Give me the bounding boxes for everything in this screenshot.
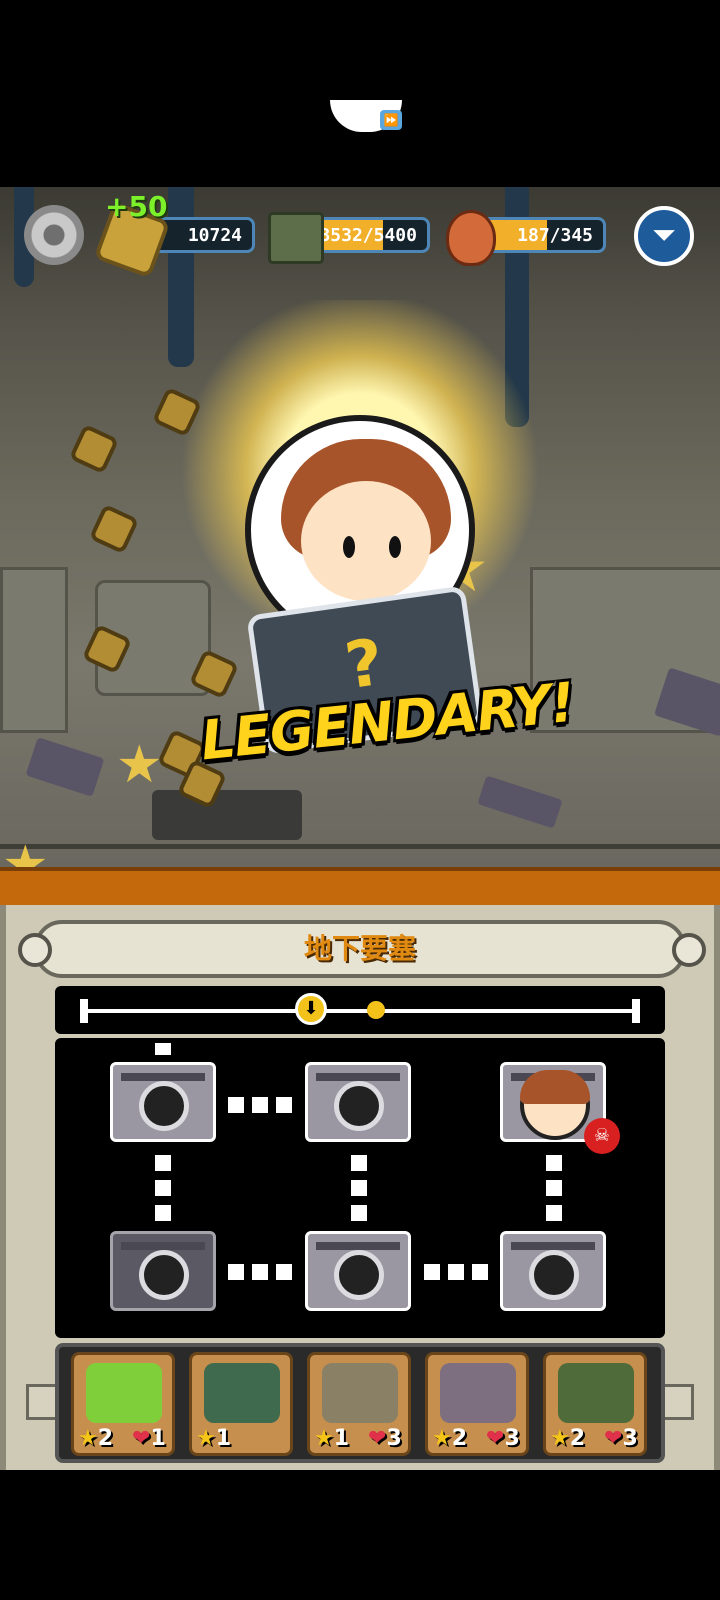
map-link (424, 1264, 440, 1280)
map-link (155, 1180, 171, 1196)
food-value: 187/345 (517, 225, 593, 246)
map-link (155, 1205, 171, 1221)
settings-gear-icon[interactable] (24, 205, 84, 265)
heart-count: ❤1 (132, 1426, 166, 1451)
fast-forward-icon[interactable]: ⏩ (380, 110, 402, 130)
heart-count: ❤3 (368, 1426, 402, 1451)
map-link (472, 1264, 488, 1280)
star-count: 2 (569, 1426, 586, 1451)
green-pot-icon (86, 1363, 162, 1423)
star-count: 2 (451, 1426, 468, 1451)
rivet (672, 933, 706, 967)
map-room[interactable] (500, 1231, 606, 1311)
map-room[interactable] (305, 1062, 411, 1142)
progress-track (84, 1009, 640, 1013)
star-level: ★2 (78, 1426, 113, 1451)
grenade-launcher-icon (558, 1363, 634, 1423)
progress-start-tick (80, 999, 88, 1023)
nut-bonus-popup: +50 (105, 190, 168, 223)
star-count: 1 (333, 1426, 350, 1451)
map-link (228, 1264, 244, 1280)
inventory-slot[interactable]: ★2 ❤3 (425, 1352, 529, 1456)
dungeon-title: 地下要塞 (303, 932, 416, 965)
dropdown-menu-button[interactable]: ⏷ (634, 206, 694, 266)
hero-eye (343, 536, 355, 558)
star-icon: ★ (550, 1426, 570, 1451)
heart-icon: ❤ (604, 1426, 623, 1451)
star-icon: ★ (196, 1426, 216, 1451)
star-count: 1 (215, 1426, 232, 1451)
map-link (228, 1097, 244, 1113)
map-link (155, 1155, 171, 1171)
map-link (546, 1180, 562, 1196)
inventory-slot[interactable]: ★2 ❤3 (543, 1352, 647, 1456)
heart-icon: ❤ (132, 1426, 151, 1451)
heart-count: ❤3 (604, 1426, 638, 1451)
map-room[interactable] (305, 1231, 411, 1311)
rubble (25, 737, 105, 797)
map-link (252, 1097, 268, 1113)
poison-bottle-icon (440, 1363, 516, 1423)
vault-door-icon (529, 1250, 579, 1300)
inventory-slot[interactable]: ★2 ❤1 (71, 1352, 175, 1456)
dungeon-title-bar: 地下要塞 (34, 920, 686, 978)
bottom-letterbox (0, 1470, 720, 1600)
star-icon: ★ (78, 1426, 98, 1451)
supplies-value: 3532/5400 (319, 225, 417, 246)
panel-divider (0, 867, 720, 905)
sack-icon (322, 1363, 398, 1423)
map-link (448, 1264, 464, 1280)
star-count: 2 (97, 1426, 114, 1451)
vault-door-icon (139, 1250, 189, 1300)
floor-edge (0, 844, 720, 849)
heart-value: 1 (150, 1426, 166, 1451)
star-icon: ★ (116, 735, 163, 795)
hero-avatar-hair (520, 1070, 590, 1104)
skull-danger-icon: ☠ (584, 1118, 620, 1154)
star-level: ★1 (196, 1426, 231, 1451)
map-link (546, 1205, 562, 1221)
rubble (477, 775, 563, 829)
hero-eye (389, 536, 401, 558)
star-level: ★2 (432, 1426, 467, 1451)
progress-end-tick (632, 999, 640, 1023)
heart-icon: ❤ (368, 1426, 387, 1451)
inventory-slot[interactable]: ★1 (189, 1352, 293, 1456)
star-level: ★2 (550, 1426, 585, 1451)
map-link (351, 1155, 367, 1171)
current-position-marker-icon: ⬇ (295, 993, 327, 1025)
star-level: ★1 (314, 1426, 349, 1451)
heart-icon: ❤ (486, 1426, 505, 1451)
map-link (546, 1155, 562, 1171)
nuts-value: 10724 (187, 225, 242, 246)
map-link (155, 1043, 171, 1055)
food-counter: 187/345 (478, 217, 606, 253)
rivet (18, 933, 52, 967)
map-link (276, 1264, 292, 1280)
heart-value: 3 (386, 1426, 402, 1451)
hero-face (301, 481, 431, 601)
map-link (351, 1180, 367, 1196)
supply-crate-icon (268, 212, 324, 264)
heart-value: 3 (504, 1426, 520, 1451)
vault-door-icon (334, 1250, 384, 1300)
mystery-crate-icon (204, 1363, 280, 1423)
map-link (351, 1205, 367, 1221)
star-icon: ★ (314, 1426, 334, 1451)
heart-value: 3 (622, 1426, 638, 1451)
inventory-slot[interactable]: ★1 ❤3 (307, 1352, 411, 1456)
map-room[interactable] (110, 1062, 216, 1142)
top-letterbox (0, 0, 720, 187)
floor-hatch (152, 790, 302, 840)
star-icon: ★ (432, 1426, 452, 1451)
map-link (252, 1264, 268, 1280)
heart-count: ❤3 (486, 1426, 520, 1451)
vault-door-icon (139, 1081, 189, 1131)
map-link (276, 1097, 292, 1113)
map-room-locked[interactable] (110, 1231, 216, 1311)
meat-food-icon (446, 210, 496, 266)
next-stop-dot (367, 1001, 385, 1019)
vault-door-icon (334, 1081, 384, 1131)
wall-panel (0, 567, 68, 733)
